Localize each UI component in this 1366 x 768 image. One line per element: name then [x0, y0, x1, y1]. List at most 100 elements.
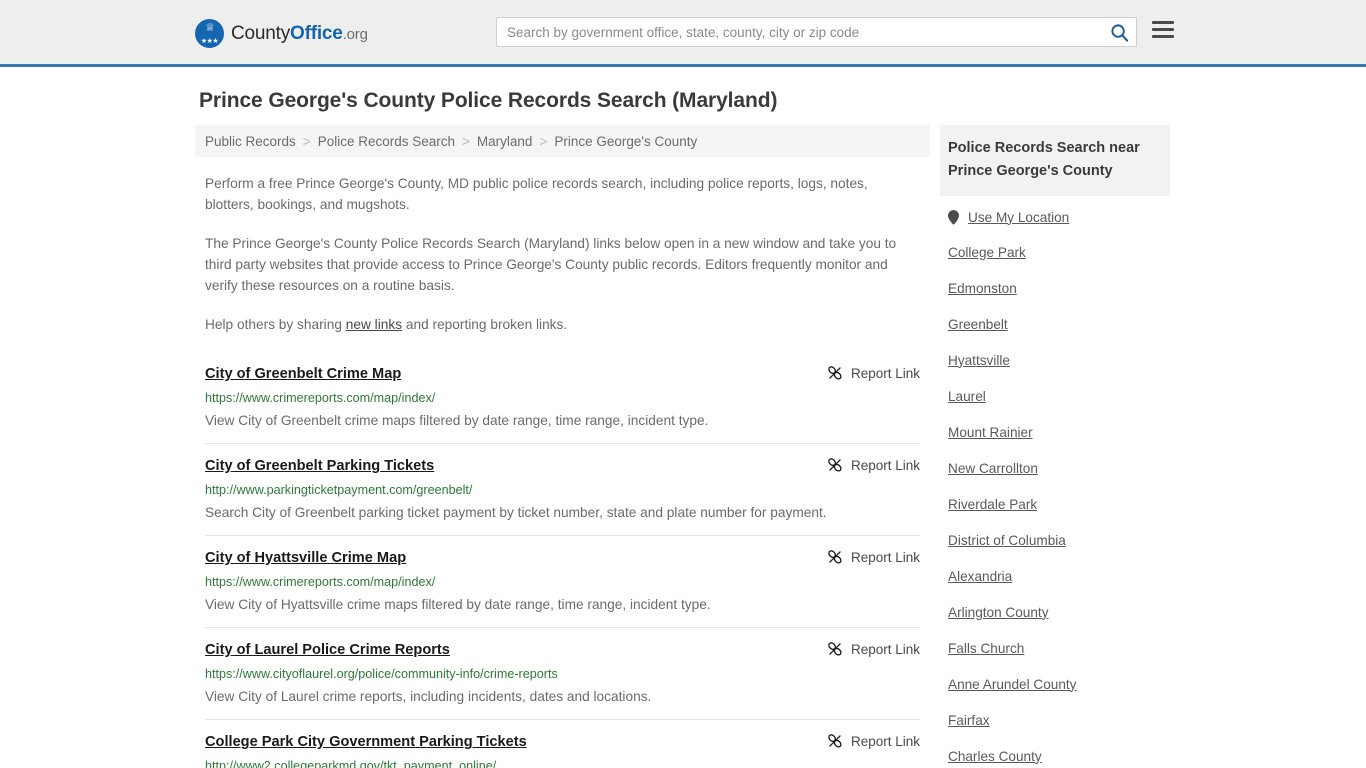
sidebar-item-label: Falls Church [948, 640, 1025, 656]
result-description: View City of Hyattsville crime maps filt… [205, 597, 711, 612]
result-title-link[interactable]: City of Laurel Police Crime Reports [205, 641, 450, 659]
sidebar-item-label: Charles County [948, 748, 1042, 764]
result-item: City of Hyattsville Crime Map Report Lin… [205, 535, 920, 627]
report-link-button[interactable]: Report Link [827, 457, 920, 473]
logo-word-office: Office [290, 23, 343, 44]
broken-link-icon [828, 734, 842, 748]
hamburger-menu-button[interactable] [1152, 21, 1174, 38]
search-bar[interactable] [496, 17, 1137, 47]
sidebar-item-edmonston[interactable]: Edmonston [940, 270, 1170, 306]
sidebar-item-label: New Carrollton [948, 460, 1038, 476]
intro-p3-after: and reporting broken links. [402, 317, 568, 332]
report-link-label: Report Link [850, 365, 920, 381]
result-url: http://www.parkingticketpayment.com/gree… [205, 483, 473, 497]
intro-text: Perform a free Prince George's County, M… [195, 173, 930, 335]
result-title-link[interactable]: City of Hyattsville Crime Map [205, 549, 406, 567]
report-link-label: Report Link [850, 457, 920, 473]
breadcrumb-item-public-records[interactable]: Public Records [205, 134, 296, 149]
intro-paragraph-2: The Prince George's County Police Record… [205, 236, 897, 293]
intro-paragraph-1: Perform a free Prince George's County, M… [205, 176, 868, 212]
sidebar-item-use-my-location[interactable]: Use My Location [940, 196, 1170, 234]
sidebar-item-label: Fairfax [948, 712, 990, 728]
sidebar-item-label: Laurel [948, 388, 986, 404]
main-content-column: Public Records > Police Records Search >… [195, 125, 930, 768]
list-item: Laurel [940, 378, 1170, 414]
site-logo[interactable]: ♕ ★★★ CountyOffice.org [195, 19, 368, 48]
sidebar-item-label: Mount Rainier [948, 424, 1033, 440]
report-link-button[interactable]: Report Link [827, 733, 920, 749]
sidebar-item-greenbelt[interactable]: Greenbelt [940, 306, 1170, 342]
search-button[interactable] [1102, 18, 1136, 46]
breadcrumb-separator: > [462, 133, 470, 149]
hamburger-bar [1152, 28, 1174, 31]
logo-word-org: .org [342, 26, 368, 43]
sidebar-item-alexandria[interactable]: Alexandria [940, 558, 1170, 594]
result-title-link[interactable]: College Park City Government Parking Tic… [205, 733, 527, 751]
result-item: College Park City Government Parking Tic… [205, 719, 920, 768]
nearby-sidebar: Police Records Search near Prince George… [940, 125, 1170, 768]
countyoffice-emblem-icon: ♕ ★★★ [195, 19, 224, 48]
sidebar-item-label: District of Columbia [948, 532, 1066, 548]
sidebar-item-fairfax[interactable]: Fairfax [940, 702, 1170, 738]
new-links-link[interactable]: new links [346, 317, 402, 332]
sidebar-item-new-carrollton[interactable]: New Carrollton [940, 450, 1170, 486]
results-list: City of Greenbelt Crime Map Report Link … [195, 355, 930, 768]
sidebar-item-label: Arlington County [948, 604, 1049, 620]
hamburger-bar [1152, 35, 1174, 38]
list-item: Riverdale Park [940, 486, 1170, 522]
sidebar-item-label: Hyattsville [948, 352, 1010, 368]
result-description: View City of Laurel crime reports, inclu… [205, 689, 652, 704]
result-url: http://www2.collegeparkmd.gov/tkt_paymen… [205, 759, 497, 768]
sidebar-item-label: Anne Arundel County [948, 676, 1077, 692]
result-title-link[interactable]: City of Greenbelt Crime Map [205, 365, 401, 383]
list-item: Greenbelt [940, 306, 1170, 342]
site-header: ♕ ★★★ CountyOffice.org [0, 0, 1366, 67]
list-item: Edmonston [940, 270, 1170, 306]
sidebar-item-label: College Park [948, 244, 1026, 260]
report-link-label: Report Link [850, 549, 920, 565]
search-icon [1110, 23, 1128, 42]
broken-link-icon [828, 366, 842, 380]
logo-word-county: County [231, 23, 291, 44]
broken-link-icon [828, 550, 842, 564]
sidebar-item-mount-rainier[interactable]: Mount Rainier [940, 414, 1170, 450]
report-link-button[interactable]: Report Link [827, 365, 920, 381]
sidebar-item-district-of-columbia[interactable]: District of Columbia [940, 522, 1170, 558]
breadcrumb-item-maryland[interactable]: Maryland [477, 134, 533, 149]
page-title: Prince George's County Police Records Se… [199, 89, 778, 112]
result-url: https://www.cityoflaurel.org/police/comm… [205, 667, 558, 681]
list-item: Fairfax [940, 702, 1170, 738]
sidebar-item-arlington-county[interactable]: Arlington County [940, 594, 1170, 630]
report-link-button[interactable]: Report Link [827, 641, 920, 657]
list-item: Alexandria [940, 558, 1170, 594]
sidebar-item-hyattsville[interactable]: Hyattsville [940, 342, 1170, 378]
broken-link-icon [828, 642, 842, 656]
search-input[interactable] [497, 18, 1102, 46]
list-item: Falls Church [940, 630, 1170, 666]
sidebar-item-college-park[interactable]: College Park [940, 234, 1170, 270]
list-item: Charles County [940, 738, 1170, 768]
list-item: Use My Location [940, 196, 1170, 234]
sidebar-item-label: Riverdale Park [948, 496, 1038, 512]
sidebar-item-riverdale-park[interactable]: Riverdale Park [940, 486, 1170, 522]
result-item: City of Greenbelt Parking Tickets Report… [205, 443, 920, 535]
result-item: City of Laurel Police Crime Reports Repo… [205, 627, 920, 719]
sidebar-item-label: Alexandria [948, 568, 1013, 584]
sidebar-item-laurel[interactable]: Laurel [940, 378, 1170, 414]
result-description: View City of Greenbelt crime maps filter… [205, 413, 709, 428]
map-pin-icon [948, 209, 959, 225]
breadcrumb-item-prince-georges-county[interactable]: Prince George's County [554, 134, 697, 149]
breadcrumb-item-police-records-search[interactable]: Police Records Search [318, 134, 455, 149]
broken-link-icon [828, 458, 842, 472]
sidebar-nearby-list: Use My Location College Park Edmonston G… [940, 196, 1170, 768]
result-description: Search City of Greenbelt parking ticket … [205, 505, 827, 520]
sidebar-item-label: Edmonston [948, 280, 1017, 296]
sidebar-item-charles-county[interactable]: Charles County [940, 738, 1170, 768]
sidebar-item-anne-arundel-county[interactable]: Anne Arundel County [940, 666, 1170, 702]
result-url: https://www.crimereports.com/map/index/ [205, 391, 436, 405]
result-title-link[interactable]: City of Greenbelt Parking Tickets [205, 457, 434, 475]
report-link-label: Report Link [850, 641, 920, 657]
sidebar-item-falls-church[interactable]: Falls Church [940, 630, 1170, 666]
report-link-button[interactable]: Report Link [827, 549, 920, 565]
breadcrumb-separator: > [539, 133, 548, 149]
